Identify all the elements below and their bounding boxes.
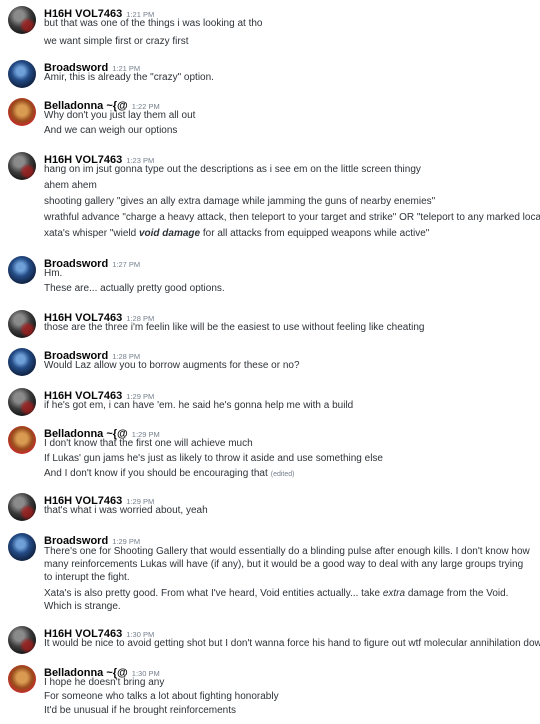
message-text: If Lukas' gun jams he's just as likely t… [44,453,383,464]
message-text: ahem ahem [44,180,97,191]
avatar[interactable] [8,98,36,126]
message-text: shooting gallery "gives an ally extra da… [44,196,436,207]
message-text: those are the three i'm feelin like will… [44,322,425,333]
message-text: if he's got em, i can have 'em. he said … [44,400,354,411]
avatar[interactable] [8,6,36,34]
avatar[interactable] [8,310,36,338]
bold-italic-text: void damage [138,228,201,239]
avatar[interactable] [8,152,36,180]
message-text: but that was one of the things i was loo… [44,18,263,29]
chat-log: H16H VOL7463 1:21 PM but that was one of … [0,0,540,724]
avatar[interactable] [8,626,36,654]
avatar[interactable] [8,256,36,284]
edited-label: (edited) [270,471,295,478]
message-text: Why don't you just lay them all out [44,110,196,121]
message-text: And we can weigh our options [44,125,178,136]
italic-text: extra [382,588,406,599]
message-text: wrathful advance "charge a heavy attack,… [44,212,540,223]
message-text: I don't know that the first one will ach… [44,438,253,449]
message-text: that's what i was worried about, yeah [44,505,208,516]
avatar[interactable] [8,665,36,693]
avatar[interactable] [8,493,36,521]
message-text: Hm. [44,268,63,279]
message-text: For someone who talks a lot about fighti… [44,691,279,702]
message-text: Amir, this is already the "crazy" option… [44,72,214,83]
message-text: hang on im jsut gonna type out the descr… [44,164,421,175]
avatar[interactable] [8,426,36,454]
message-text: xata's whisper "wield void damage for al… [44,228,430,239]
avatar[interactable] [8,60,36,88]
message-text: It would be nice to avoid getting shot b… [44,638,540,649]
avatar[interactable] [8,533,36,561]
message-text: we want simple first or crazy first [44,36,189,47]
message-text: Xata's is also pretty good. From what I'… [44,588,509,612]
avatar[interactable] [8,348,36,376]
timestamp: 1:27 PM [112,260,141,269]
message-text: And I don't know if you should be encour… [44,468,295,479]
message-text: There's one for Shooting Gallery that wo… [44,546,530,583]
message-text: These are... actually pretty good option… [44,283,225,294]
message-text: Would Laz allow you to borrow augments f… [44,360,300,371]
message-text: It'd be unusual if he brought reinforcem… [44,705,237,716]
avatar[interactable] [8,388,36,416]
message-text: I hope he doesn't bring any [44,677,165,688]
